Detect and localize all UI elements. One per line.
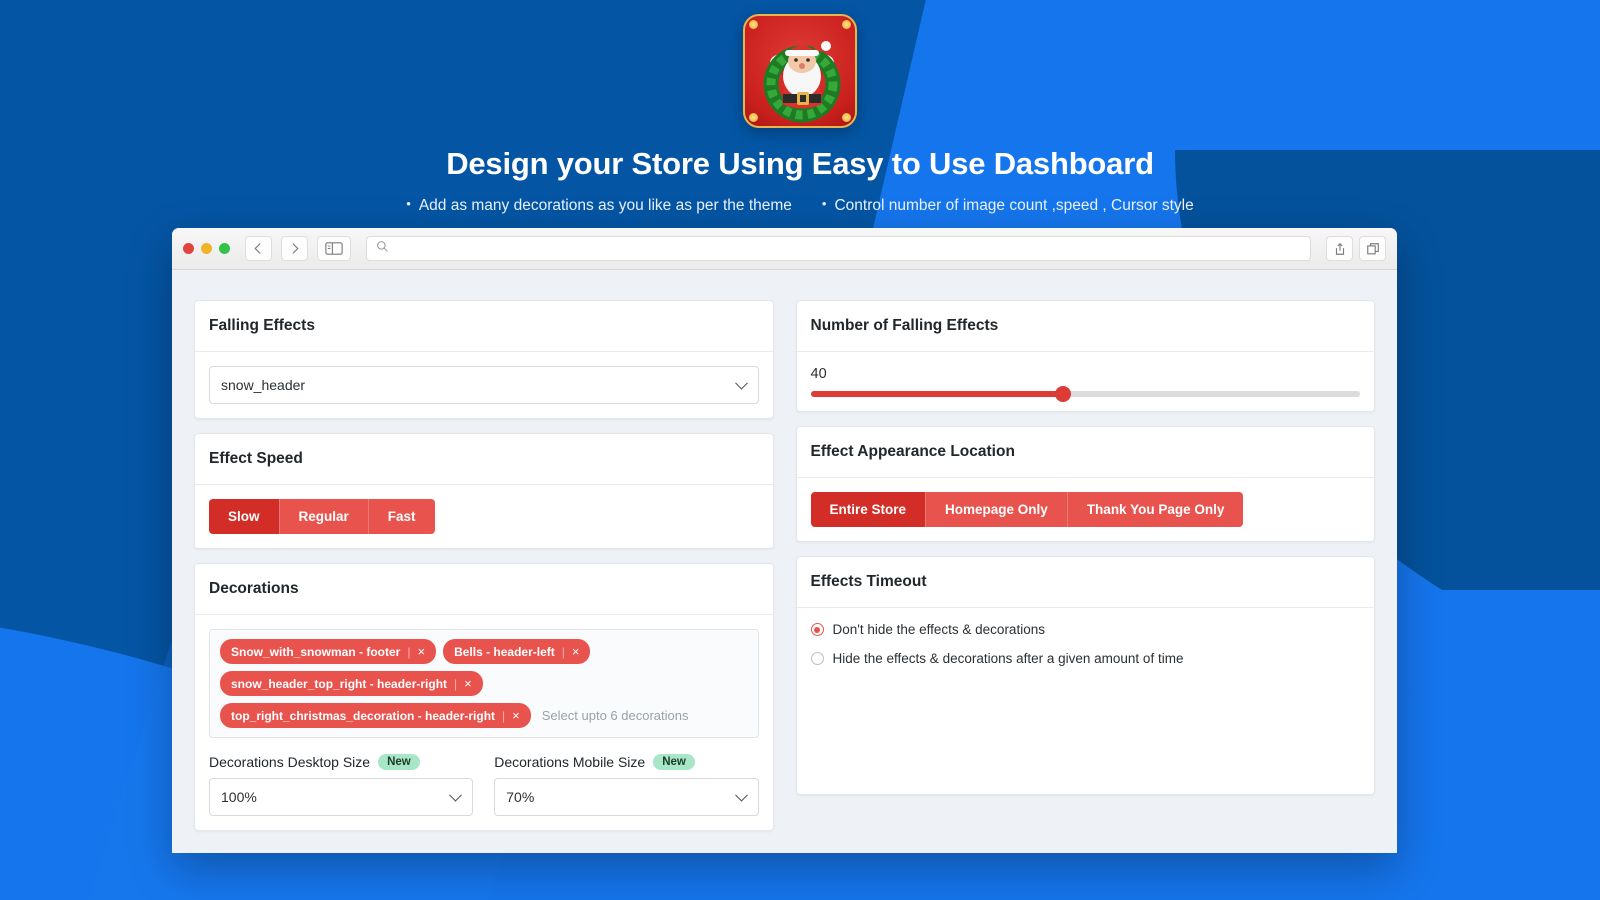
page-title: Design your Store Using Easy to Use Dash… [446,146,1154,181]
window-controls[interactable] [183,243,230,254]
effect-location-option-thank-you-page-only[interactable]: Thank You Page Only [1067,492,1244,527]
minimize-window-button[interactable] [201,243,212,254]
desktop-size-label: Decorations Desktop Size [209,754,371,770]
desktop-size-new-badge: New [378,754,420,770]
santa-wreath-icon [743,14,857,128]
mobile-size-new-badge: New [653,754,695,770]
remove-decoration-icon[interactable]: × [464,676,472,691]
right-column: Number of Falling Effects 40 Effect Appe… [795,300,1375,845]
effect-speed-title: Effect Speed [195,434,773,485]
mobile-size-label: Decorations Mobile Size [494,754,646,770]
effect-speed-option-regular[interactable]: Regular [279,499,369,534]
radio-hide-after[interactable] [810,652,824,665]
number-of-effects-card: Number of Falling Effects 40 [795,300,1375,412]
dashboard-content: Falling Effects snow_header Effect Speed [172,270,1397,853]
remove-decoration-icon[interactable]: × [417,644,425,659]
left-column: Falling Effects snow_header Effect Speed [194,300,774,845]
number-of-effects-value: 40 [810,366,827,382]
desktop-size-select[interactable]: 100% [209,778,474,816]
decoration-tag-label: Bells - header-left [454,644,555,659]
share-icon[interactable] [1326,236,1353,261]
chevron-left-icon[interactable] [245,236,272,261]
mobile-size-select[interactable]: 70% [494,778,759,816]
effect-speed-option-slow[interactable]: Slow [209,499,280,534]
decorations-card: Decorations Snow_with_snowman - footer |… [194,563,774,831]
effects-timeout-title: Effects Timeout [796,557,1374,608]
decoration-tag-label: snow_header_top_right - header-right [231,676,448,691]
remove-decoration-icon[interactable]: × [572,644,580,659]
slider-thumb[interactable] [1055,386,1072,402]
effect-location-segmented[interactable]: Entire Store Homepage Only Thank You Pag… [810,492,1244,527]
close-window-button[interactable] [183,243,194,254]
decoration-tag[interactable]: snow_header_top_right - header-right | × [220,671,483,696]
effect-location-title: Effect Appearance Location [796,427,1374,478]
effect-speed-card: Effect Speed Slow Regular Fast [194,433,774,549]
decorations-title: Decorations [195,564,773,615]
remove-decoration-icon[interactable]: × [512,708,520,723]
decoration-tag[interactable]: Snow_with_snowman - footer | × [220,639,437,664]
hero-bullet-1: Add as many decorations as you like as p… [406,196,792,215]
timeout-option-dont-hide-label: Don't hide the effects & decorations [832,622,1045,637]
maximize-window-button[interactable] [219,243,230,254]
falling-effects-card: Falling Effects snow_header [194,300,774,419]
effects-timeout-card: Effects Timeout Don't hide the effects &… [795,556,1375,795]
effect-location-option-entire-store[interactable]: Entire Store [810,492,927,527]
hero-bullet-2: Control number of image count ,speed , C… [822,196,1193,215]
mobile-size-field: Decorations Mobile Size New 70% [494,754,759,816]
chevron-right-icon[interactable] [281,236,308,261]
effect-speed-option-fast[interactable]: Fast [368,499,435,534]
timeout-option-hide-after[interactable]: Hide the effects & decorations after a g… [810,651,1361,666]
radio-dont-hide[interactable] [810,623,824,636]
address-bar[interactable] [366,236,1311,261]
effect-speed-segmented[interactable]: Slow Regular Fast [209,499,435,534]
number-of-effects-title: Number of Falling Effects [796,301,1374,352]
decoration-tag[interactable]: top_right_christmas_decoration - header-… [220,703,531,728]
desktop-size-field: Decorations Desktop Size New 100% [209,754,474,816]
number-of-effects-slider[interactable] [810,386,1360,402]
falling-effects-select[interactable]: snow_header [209,366,759,404]
timeout-option-hide-after-label: Hide the effects & decorations after a g… [832,651,1184,666]
hero-section: Design your Store Using Easy to Use Dash… [0,0,1600,215]
decorations-hint: Select upto 6 decorations [541,708,689,723]
effect-location-option-homepage-only[interactable]: Homepage Only [926,492,1068,527]
decorations-tag-input[interactable]: Snow_with_snowman - footer | × Bells - h… [209,629,759,738]
browser-window: Falling Effects snow_header Effect Speed [172,228,1397,853]
falling-effects-title: Falling Effects [195,301,773,352]
search-icon [376,240,389,258]
new-tab-icon[interactable] [1359,236,1386,261]
browser-toolbar [172,228,1397,270]
hero-bullets: Add as many decorations as you like as p… [0,196,1600,215]
effect-location-card: Effect Appearance Location Entire Store … [795,426,1375,542]
decoration-tag-label: top_right_christmas_decoration - header-… [231,708,496,723]
decoration-tag-label: Snow_with_snowman - footer [231,644,401,659]
sidebar-toggle-icon[interactable] [317,236,351,261]
timeout-option-dont-hide[interactable]: Don't hide the effects & decorations [810,622,1361,637]
decoration-tag[interactable]: Bells - header-left | × [443,639,591,664]
